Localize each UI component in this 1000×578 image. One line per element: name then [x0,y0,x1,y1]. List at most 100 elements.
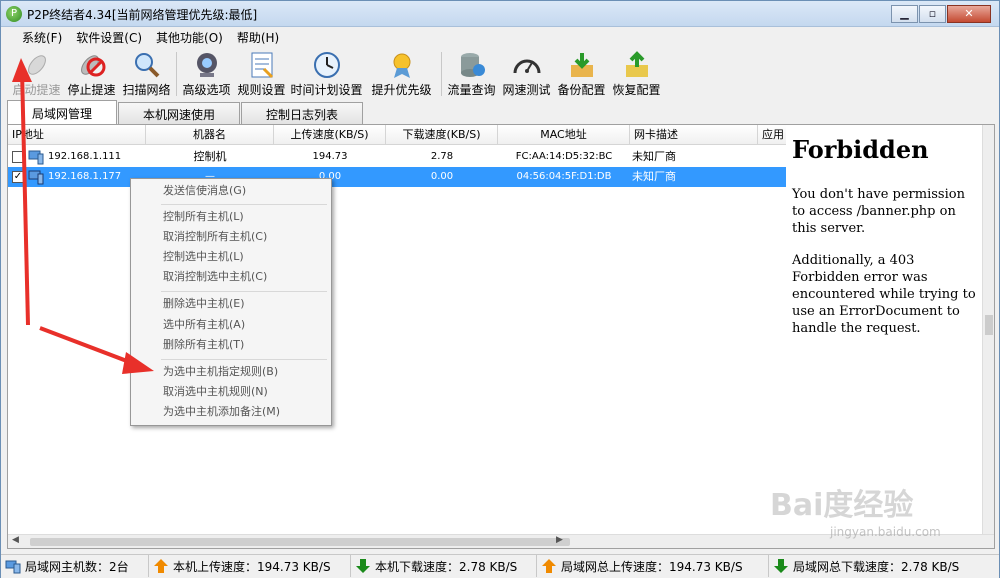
speed-test-button[interactable]: 网速测试 [499,49,554,99]
app-logo-icon: P [6,6,22,22]
status-local-download: 本机下载速度：2.78 KB/S [351,555,537,577]
menu-uncontrol-all[interactable]: 取消控制所有主机(C) [163,227,267,247]
menu-separator [161,359,327,360]
window-title: P2P终结者4.34[当前网络管理优先级:最低] [27,8,258,22]
col-machine-name[interactable]: 机器名 [146,125,274,145]
restore-icon [625,51,648,77]
cell-download: 0.00 [430,171,454,182]
database-icon [460,53,485,77]
tab-strip: 局域网管理 本机网速使用 控制日志列表 [7,100,364,124]
computer-icon [28,170,44,185]
medal-icon [393,53,410,78]
maximize-button[interactable]: ▫ [919,5,946,23]
col-mac[interactable]: MAC地址 [498,125,630,145]
network-icon [5,560,21,574]
menu-help[interactable]: 帮助(H) [230,27,286,47]
arrow-down-icon [356,559,370,573]
status-bar: 局域网主机数：2台 本机上传速度：194.73 KB/S 本机下载速度：2.78… [1,554,999,578]
rule-settings-button[interactable]: 规则设置 [234,49,289,99]
menu-delete-all[interactable]: 删除所有主机(T) [163,335,244,355]
scroll-thumb[interactable] [30,538,570,546]
rules-icon [251,52,273,79]
col-download-speed[interactable]: 下载速度(KB/S) [386,125,498,145]
table-row[interactable]: ✓ 192.168.1.177 — 0.00 0.00 04:56:04:5F:… [8,167,786,187]
menu-separator [161,291,327,292]
scroll-left-icon[interactable]: ◀ [12,535,19,545]
row-checkbox[interactable]: ✓ [12,171,24,183]
forbidden-title: Forbidden [792,135,929,164]
gauge-icon [513,59,540,74]
cell-name: 控制机 [193,150,227,163]
schedule-settings-button[interactable]: 时间计划设置 [289,49,364,99]
menu-control-selected[interactable]: 控制选中主机(L) [163,247,244,267]
scroll-right-icon[interactable]: ▶ [556,535,563,545]
tab-lan-management[interactable]: 局域网管理 [7,100,118,124]
menu-settings[interactable]: 软件设置(C) [69,27,149,47]
restore-config-button[interactable]: 恢复配置 [609,49,664,99]
row-checkbox[interactable] [12,151,24,163]
menu-uncontrol-selected[interactable]: 取消控制选中主机(C) [163,267,267,287]
rocket-icon [27,55,46,75]
tab-control-log[interactable]: 控制日志列表 [241,102,364,124]
minimize-button[interactable]: ▁ [891,5,918,23]
magnifier-icon [134,53,159,78]
menu-select-all[interactable]: 选中所有主机(A) [163,315,245,335]
forbidden-message: You don't have permission to access /ban… [792,187,965,236]
status-local-upload: 本机上传速度：194.73 KB/S [149,555,351,577]
context-menu: 发送信使消息(G) 控制所有主机(L) 取消控制所有主机(C) 控制选中主机(L… [130,178,332,426]
menu-control-all[interactable]: 控制所有主机(L) [163,207,244,227]
col-app[interactable]: 应用 [758,125,786,145]
scroll-thumb[interactable] [985,315,993,335]
computer-icon [28,150,44,165]
watermark-logo: Bai度经验 [770,488,914,523]
toolbar-separator [176,52,177,96]
backup-config-button[interactable]: 备份配置 [554,49,609,99]
menu-cancel-rule[interactable]: 取消选中主机规则(N) [163,382,268,402]
banner-forbidden-panel: Forbidden You don't have permission to a… [786,125,984,535]
forbidden-detail: Additionally, a 403 Forbidden error was … [792,253,976,336]
col-nic[interactable]: 网卡描述 [630,125,758,145]
host-grid: IP地址 机器名 上传速度(KB/S) 下载速度(KB/S) MAC地址 网卡描… [8,125,786,535]
watermark-url: jingyan.baidu.com [830,525,941,539]
cell-upload: 194.73 [312,151,348,162]
scan-network-button[interactable]: 扫描网络 [119,49,174,99]
backup-icon [570,53,593,77]
menu-assign-rule[interactable]: 为选中主机指定规则(B) [163,362,278,382]
status-host-count: 局域网主机数：2台 [1,555,149,577]
start-speedup-button[interactable]: 启动提速 [9,49,64,99]
cell-ip: 192.168.1.111 [48,151,122,162]
menu-add-note[interactable]: 为选中主机添加备注(M) [163,402,280,422]
toolbar: 启动提速 停止提速 扫描网络 高级选项 规则设置 时间计划设置 提升优先级 流量… [9,49,664,99]
col-ip[interactable]: IP地址 [8,125,146,145]
arrow-up-icon [542,559,556,573]
cell-nic: 未知厂商 [632,170,676,183]
stop-icon [80,55,105,77]
raise-priority-button[interactable]: 提升优先级 [364,49,439,99]
cell-mac: FC:AA:14:D5:32:BC [515,151,613,162]
arrow-up-icon [154,559,168,573]
cell-download: 2.78 [430,151,454,162]
close-button[interactable]: ✕ [947,5,991,23]
advanced-options-button[interactable]: 高级选项 [179,49,234,99]
menu-separator [161,204,327,205]
col-upload-speed[interactable]: 上传速度(KB/S) [274,125,386,145]
stop-speedup-button[interactable]: 停止提速 [64,49,119,99]
vertical-scrollbar[interactable] [982,125,994,535]
menu-other[interactable]: 其他功能(O) [149,27,230,47]
menu-bar: 系统(F) 软件设置(C) 其他功能(O) 帮助(H) [1,27,999,47]
clock-icon [313,52,340,78]
arrow-down-icon [774,559,788,573]
status-lan-download: 局域网总下载速度：2.78 KB/S [769,555,997,577]
menu-system[interactable]: 系统(F) [15,27,69,47]
cell-mac: 04:56:04:5F:D1:DB [516,171,612,182]
menu-delete-selected[interactable]: 删除选中主机(E) [163,294,245,314]
grid-header: IP地址 机器名 上传速度(KB/S) 下载速度(KB/S) MAC地址 网卡描… [8,125,786,145]
webcam-icon [196,53,217,77]
title-bar: P P2P终结者4.34[当前网络管理优先级:最低] ▁ ▫ ✕ [1,1,999,27]
table-row[interactable]: 192.168.1.111 控制机 194.73 2.78 FC:AA:14:D… [8,147,786,167]
toolbar-separator [441,52,442,96]
menu-send-message[interactable]: 发送信使消息(G) [163,181,246,201]
cell-nic: 未知厂商 [632,150,676,163]
traffic-query-button[interactable]: 流量查询 [444,49,499,99]
tab-local-speed[interactable]: 本机网速使用 [118,102,241,124]
